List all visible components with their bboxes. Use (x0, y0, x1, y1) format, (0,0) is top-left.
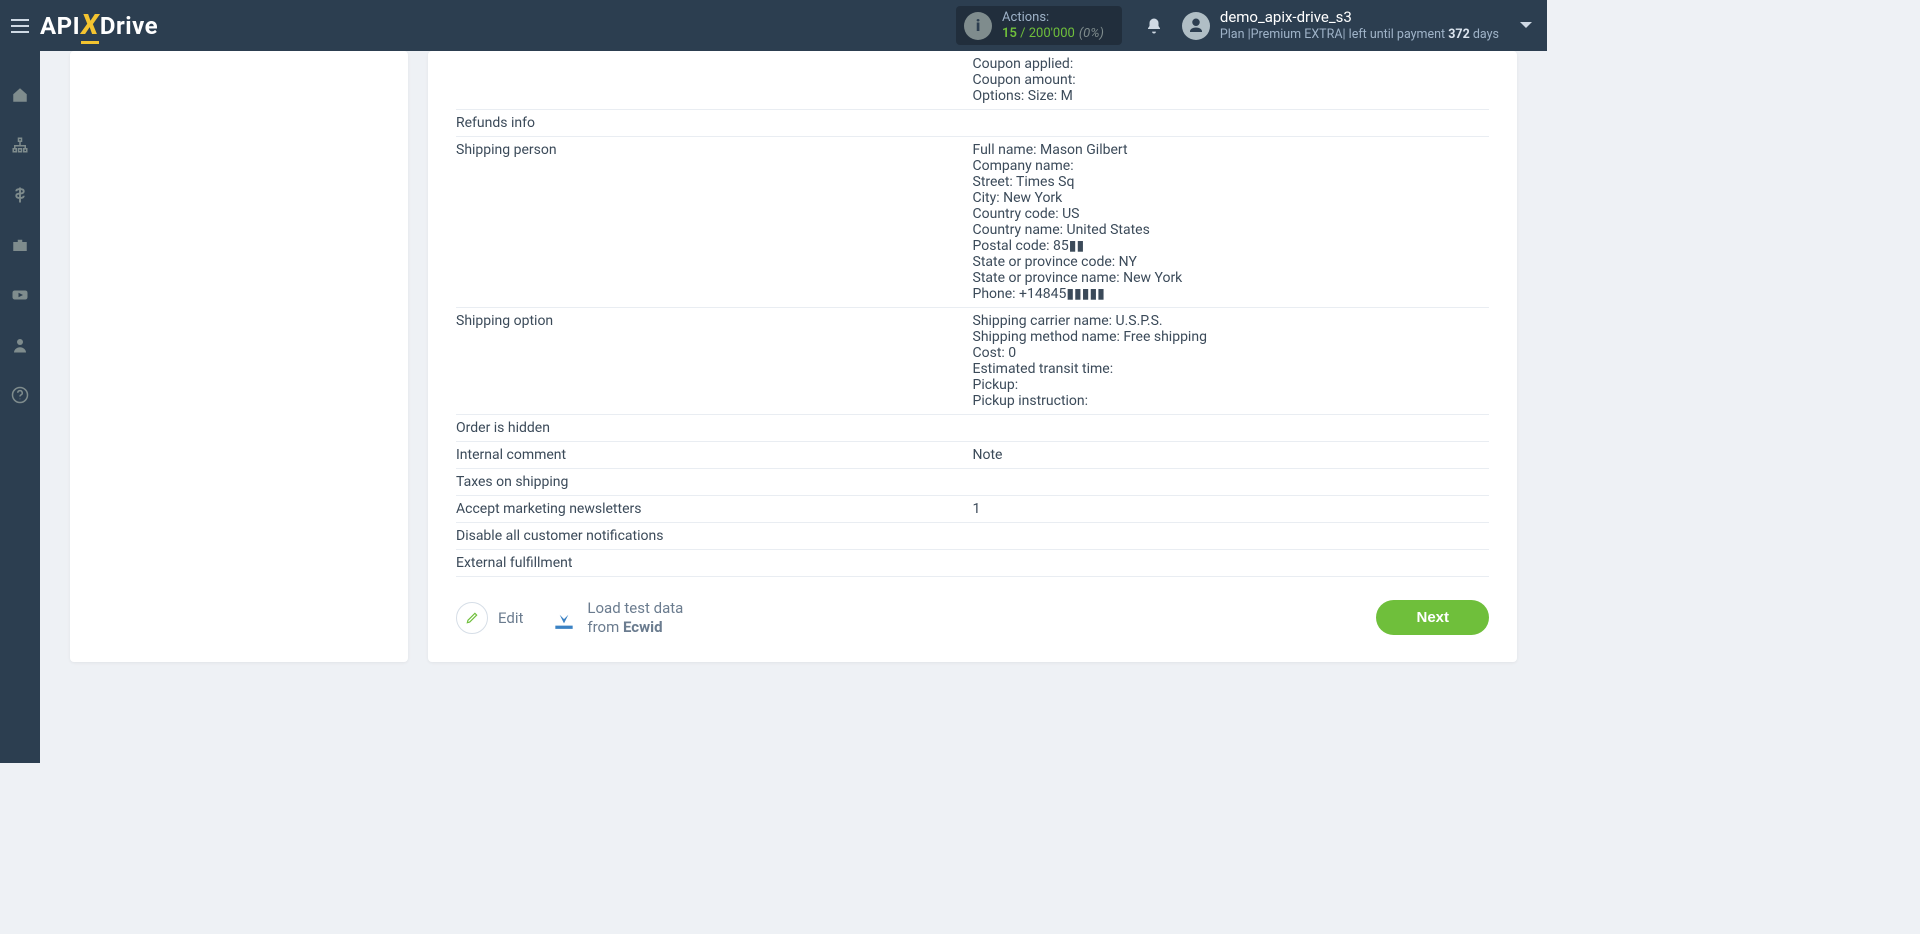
sidebar-item-video[interactable] (5, 283, 35, 307)
details-panel: Coupon applied: Coupon amount: Options: … (428, 51, 1517, 662)
dollar-icon (11, 186, 29, 204)
logo-api: API (40, 12, 80, 40)
row-taxes-shipping: Taxes on shipping (456, 469, 1489, 496)
next-button[interactable]: Next (1376, 600, 1489, 635)
sidebar-item-billing[interactable] (5, 183, 35, 207)
row-refunds-info: Refunds info (456, 110, 1489, 137)
row-internal-comment: Internal comment Note (456, 442, 1489, 469)
user-menu-toggle[interactable] (1519, 18, 1533, 34)
user-menu[interactable]: demo_apix-drive_s3 Plan |Premium EXTRA| … (1182, 8, 1499, 42)
edit-label: Edit (498, 609, 523, 627)
actions-box[interactable]: i Actions: 15 / 200'000(0%) (956, 6, 1122, 45)
value-coupon-options: Coupon applied: Coupon amount: Options: … (973, 56, 1490, 104)
left-panel (70, 51, 408, 662)
actions-counter: 15 / 200'000(0%) (1002, 26, 1104, 42)
notifications-button[interactable] (1136, 16, 1172, 36)
user-icon (11, 336, 29, 354)
sidebar-item-home[interactable] (5, 83, 35, 107)
download-icon (551, 605, 577, 631)
logo-drive: Drive (100, 12, 158, 40)
bell-icon (1145, 16, 1163, 36)
content-area: Coupon applied: Coupon amount: Options: … (40, 51, 1547, 763)
youtube-icon (11, 286, 29, 304)
edit-button[interactable]: Edit (456, 602, 523, 634)
load-test-data-label: Load test data from Ecwid (587, 599, 683, 637)
user-name: demo_apix-drive_s3 (1220, 8, 1499, 27)
row-shipping-option: Shipping option Shipping carrier name: U… (456, 308, 1489, 415)
load-test-data-button[interactable]: Load test data from Ecwid (551, 599, 683, 637)
top-header: API X Drive i Actions: 15 / 200'000(0%) (0, 0, 1547, 51)
logo[interactable]: API X Drive (40, 8, 158, 44)
row-accept-marketing: Accept marketing newsletters 1 (456, 496, 1489, 523)
info-icon: i (964, 12, 992, 40)
help-icon (11, 386, 29, 404)
row-coupon-options: Coupon applied: Coupon amount: Options: … (456, 51, 1489, 110)
avatar-icon (1182, 12, 1210, 40)
home-icon (11, 86, 29, 104)
left-sidebar (0, 51, 40, 763)
hamburger-icon (11, 19, 29, 33)
actions-label: Actions: (1002, 10, 1104, 26)
pencil-icon (456, 602, 488, 634)
sidebar-item-connections[interactable] (5, 133, 35, 157)
sidebar-item-tools[interactable] (5, 233, 35, 257)
sidebar-item-account[interactable] (5, 333, 35, 357)
value-shipping-person: Full name: Mason Gilbert Company name: S… (973, 142, 1490, 302)
menu-toggle[interactable] (0, 19, 40, 33)
row-disable-notifications: Disable all customer notifications (456, 523, 1489, 550)
briefcase-icon (11, 236, 29, 254)
row-shipping-person: Shipping person Full name: Mason Gilbert… (456, 137, 1489, 308)
chevron-down-icon (1519, 20, 1533, 30)
sitemap-icon (11, 136, 29, 154)
sidebar-item-help[interactable] (5, 383, 35, 407)
row-external-fulfillment: External fulfillment (456, 550, 1489, 577)
logo-x: X (81, 8, 99, 44)
user-plan: Plan |Premium EXTRA| left until payment … (1220, 27, 1499, 43)
panel-footer: Edit Load test data from Ecwid Next (456, 577, 1489, 637)
row-order-hidden: Order is hidden (456, 415, 1489, 442)
value-shipping-option: Shipping carrier name: U.S.P.S. Shipping… (973, 313, 1490, 409)
